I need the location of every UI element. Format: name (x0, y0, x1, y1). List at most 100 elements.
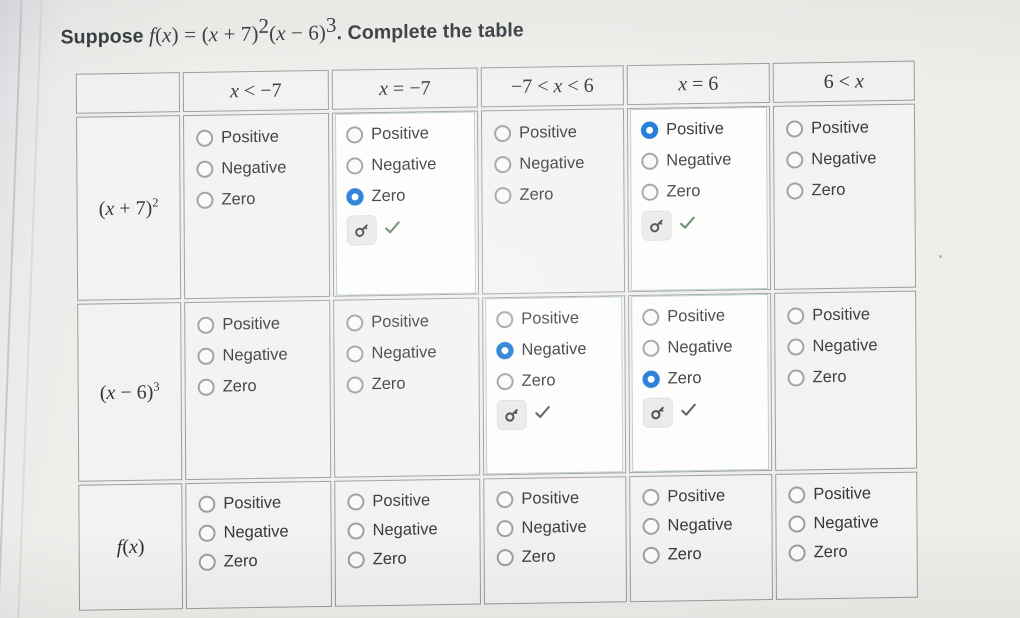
cell-r3-c4[interactable]: Positive Negative Zero (629, 473, 773, 603)
radio-icon[interactable] (494, 124, 512, 143)
radio-option-zero[interactable]: Zero (346, 187, 466, 206)
radio-group[interactable]: Positive Negative Zero (496, 489, 616, 567)
radio-option-positive[interactable]: Positive (198, 494, 320, 513)
radio-icon[interactable] (347, 493, 365, 511)
radio-icon[interactable] (197, 347, 215, 365)
cell-r2-c2[interactable]: Positive Negative Zero (333, 297, 481, 478)
radio-icon[interactable] (196, 129, 214, 147)
radio-icon[interactable] (641, 183, 659, 201)
radio-option-negative[interactable]: Negative (196, 159, 318, 178)
radio-option-positive[interactable]: Positive (494, 123, 613, 143)
radio-group[interactable]: Positive Negative Zero (788, 485, 906, 562)
radio-icon[interactable] (496, 372, 514, 391)
cell-r2-c3[interactable]: Positive Negative Zero (482, 295, 627, 476)
radio-option-zero[interactable]: Zero (787, 368, 906, 387)
radio-icon[interactable] (642, 339, 660, 357)
radio-option-zero[interactable]: Zero (642, 369, 760, 388)
radio-icon[interactable] (197, 378, 215, 396)
radio-icon[interactable] (786, 182, 804, 200)
radio-option-positive[interactable]: Positive (496, 309, 613, 329)
cell-r3-c1[interactable]: Positive Negative Zero (185, 480, 333, 610)
radio-option-negative[interactable]: Negative (787, 336, 905, 356)
radio-icon[interactable] (346, 157, 364, 175)
radio-icon-selected[interactable] (641, 121, 659, 139)
radio-option-positive[interactable]: Positive (197, 315, 319, 334)
radio-icon[interactable] (496, 310, 514, 329)
cell-r2-c4[interactable]: Positive Negative Zero (628, 292, 773, 474)
radio-option-negative[interactable]: Negative (642, 516, 761, 535)
radio-group[interactable]: Positive Negative Zero (347, 492, 469, 569)
radio-icon[interactable] (786, 151, 804, 169)
radio-icon[interactable] (346, 376, 364, 394)
radio-icon[interactable] (197, 316, 215, 334)
radio-icon[interactable] (496, 490, 514, 509)
radio-icon[interactable] (787, 338, 805, 356)
radio-option-positive[interactable]: Positive (787, 306, 905, 325)
radio-option-negative[interactable]: Negative (496, 518, 615, 538)
radio-group[interactable]: Positive Negative Zero (641, 120, 758, 201)
radio-option-positive[interactable]: Positive (788, 485, 906, 504)
radio-icon[interactable] (198, 495, 216, 513)
radio-group[interactable]: Positive Negative Zero (198, 494, 320, 571)
radio-icon[interactable] (346, 314, 364, 332)
cell-r3-c2[interactable]: Positive Negative Zero (334, 478, 481, 607)
radio-option-zero[interactable]: Zero (642, 545, 762, 564)
radio-option-zero[interactable]: Zero (494, 185, 613, 205)
radio-option-positive[interactable]: Positive (642, 307, 759, 326)
radio-icon[interactable] (642, 546, 660, 564)
radio-option-negative[interactable]: Negative (496, 340, 613, 360)
radio-option-negative[interactable]: Negative (346, 343, 468, 363)
radio-group[interactable]: Positive Negative Zero (346, 125, 466, 206)
radio-option-negative[interactable]: Negative (788, 513, 906, 533)
radio-group[interactable]: Positive Negative Zero (346, 313, 468, 394)
radio-icon[interactable] (788, 486, 806, 504)
radio-option-zero[interactable]: Zero (346, 375, 469, 394)
radio-icon[interactable] (198, 524, 216, 542)
key-icon[interactable] (496, 399, 527, 431)
radio-icon[interactable] (642, 308, 660, 326)
radio-icon[interactable] (196, 191, 214, 209)
key-icon[interactable] (346, 215, 377, 246)
radio-icon[interactable] (494, 155, 512, 174)
radio-option-positive[interactable]: Positive (196, 128, 318, 147)
cell-r1-c4[interactable]: Positive Negative Zero (626, 105, 772, 293)
radio-option-negative[interactable]: Negative (786, 149, 904, 169)
radio-option-zero[interactable]: Zero (347, 550, 470, 569)
key-icon[interactable] (641, 210, 672, 241)
radio-option-zero[interactable]: Zero (197, 377, 320, 396)
radio-option-negative[interactable]: Negative (641, 151, 758, 170)
radio-group[interactable]: Positive Negative Zero (494, 123, 613, 205)
radio-icon[interactable] (788, 544, 806, 562)
radio-option-positive[interactable]: Positive (346, 125, 466, 144)
radio-group[interactable]: Positive Negative Zero (787, 306, 905, 387)
radio-icon[interactable] (347, 522, 365, 540)
radio-option-zero[interactable]: Zero (496, 547, 616, 567)
key-icon[interactable] (642, 397, 673, 428)
cell-r1-c3[interactable]: Positive Negative Zero (480, 108, 626, 295)
radio-icon[interactable] (346, 126, 364, 144)
cell-r2-c1[interactable]: Positive Negative Zero (184, 299, 332, 481)
radio-group[interactable]: Positive Negative Zero (496, 309, 613, 391)
radio-icon[interactable] (641, 152, 659, 170)
radio-icon-selected[interactable] (496, 341, 514, 360)
radio-icon[interactable] (787, 307, 805, 325)
radio-option-negative[interactable]: Negative (197, 346, 319, 365)
radio-icon[interactable] (787, 369, 805, 387)
radio-group[interactable]: Positive Negative Zero (642, 487, 761, 564)
radio-group[interactable]: Positive Negative Zero (196, 128, 318, 209)
radio-group[interactable]: Positive Negative Zero (642, 307, 759, 388)
radio-icon[interactable] (786, 120, 804, 138)
radio-option-zero[interactable]: Zero (788, 543, 907, 562)
radio-icon[interactable] (347, 551, 365, 569)
radio-option-negative[interactable]: Negative (198, 523, 321, 542)
cell-r2-c5[interactable]: Positive Negative Zero (774, 290, 918, 471)
radio-icon[interactable] (496, 519, 514, 538)
radio-option-negative[interactable]: Negative (494, 154, 613, 174)
radio-icon[interactable] (788, 515, 806, 533)
radio-icon[interactable] (346, 345, 364, 363)
radio-option-positive[interactable]: Positive (641, 120, 758, 139)
cell-r3-c3[interactable]: Positive Negative Zero (483, 476, 627, 605)
radio-option-positive[interactable]: Positive (346, 313, 468, 332)
radio-option-negative[interactable]: Negative (346, 155, 466, 175)
radio-option-negative[interactable]: Negative (347, 520, 469, 540)
